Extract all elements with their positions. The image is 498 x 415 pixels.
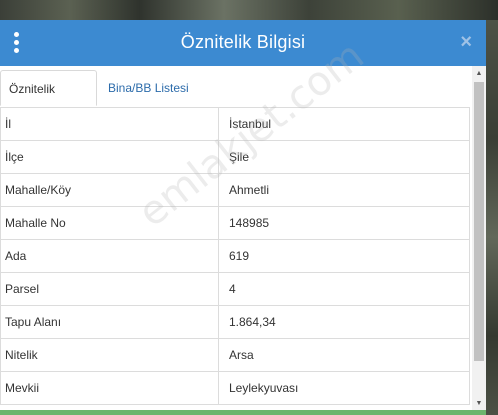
- tab-bar: Öznitelik Bilgisi Bina/BB Listesi: [0, 66, 472, 132]
- map-background-right: [484, 20, 498, 415]
- attribute-value: 4: [218, 272, 470, 306]
- table-row: Nitelik Arsa: [0, 338, 470, 372]
- table-row: Mahalle No 148985: [0, 206, 470, 240]
- attribute-key: Parsel: [0, 272, 219, 306]
- vertical-scrollbar[interactable]: ▲ ▼: [472, 66, 486, 410]
- tab-bina-bb-listesi[interactable]: Bina/BB Listesi: [100, 70, 197, 106]
- table-row: Mahalle/Köy Ahmetli: [0, 173, 470, 207]
- table-row: Mevkii Leylekyuvası: [0, 371, 470, 405]
- tab-oznitelik-bilgisi[interactable]: Öznitelik Bilgisi: [0, 70, 97, 132]
- table-row: İl İstanbul: [0, 107, 470, 141]
- attribute-table: İl İstanbul İlçe Şile Mahalle/Köy Ahmetli M…: [0, 107, 470, 405]
- bottom-status-bar: [0, 410, 486, 415]
- attribute-value: Leylekyuvası: [218, 371, 470, 405]
- attribute-key: İl: [0, 107, 219, 141]
- attribute-value: Şile: [218, 140, 470, 174]
- attribute-value: İstanbul: [218, 107, 470, 141]
- attribute-key: Nitelik: [0, 338, 219, 372]
- attribute-value: Ahmetli: [218, 173, 470, 207]
- dialog-header: Öznitelik Bilgisi ×: [0, 20, 486, 66]
- attribute-key: Mevkii: [0, 371, 219, 405]
- table-row: İlçe Şile: [0, 140, 470, 174]
- scrollbar-thumb[interactable]: [474, 82, 484, 361]
- attribute-value: 619: [218, 239, 470, 273]
- attribute-value: 148985: [218, 206, 470, 240]
- attribute-value: Arsa: [218, 338, 470, 372]
- attribute-key: Mahalle No: [0, 206, 219, 240]
- table-row: Tapu Alanı 1.864,34: [0, 305, 470, 339]
- attribute-key: Tapu Alanı: [0, 305, 219, 339]
- table-row: Ada 619: [0, 239, 470, 273]
- table-row: Parsel 4: [0, 272, 470, 306]
- attribute-table-container: İl İstanbul İlçe Şile Mahalle/Köy Ahmetli M…: [0, 107, 472, 410]
- attribute-value: 1.864,34: [218, 305, 470, 339]
- attribute-key: Mahalle/Köy: [0, 173, 219, 207]
- scroll-down-arrow-icon[interactable]: ▼: [472, 398, 486, 410]
- close-icon[interactable]: ×: [460, 31, 472, 54]
- scroll-up-arrow-icon[interactable]: ▲: [472, 68, 486, 80]
- attribute-key: Ada: [0, 239, 219, 273]
- dialog-title: Öznitelik Bilgisi: [180, 32, 306, 52]
- attribute-key: İlçe: [0, 140, 219, 174]
- map-background-top: [0, 0, 498, 20]
